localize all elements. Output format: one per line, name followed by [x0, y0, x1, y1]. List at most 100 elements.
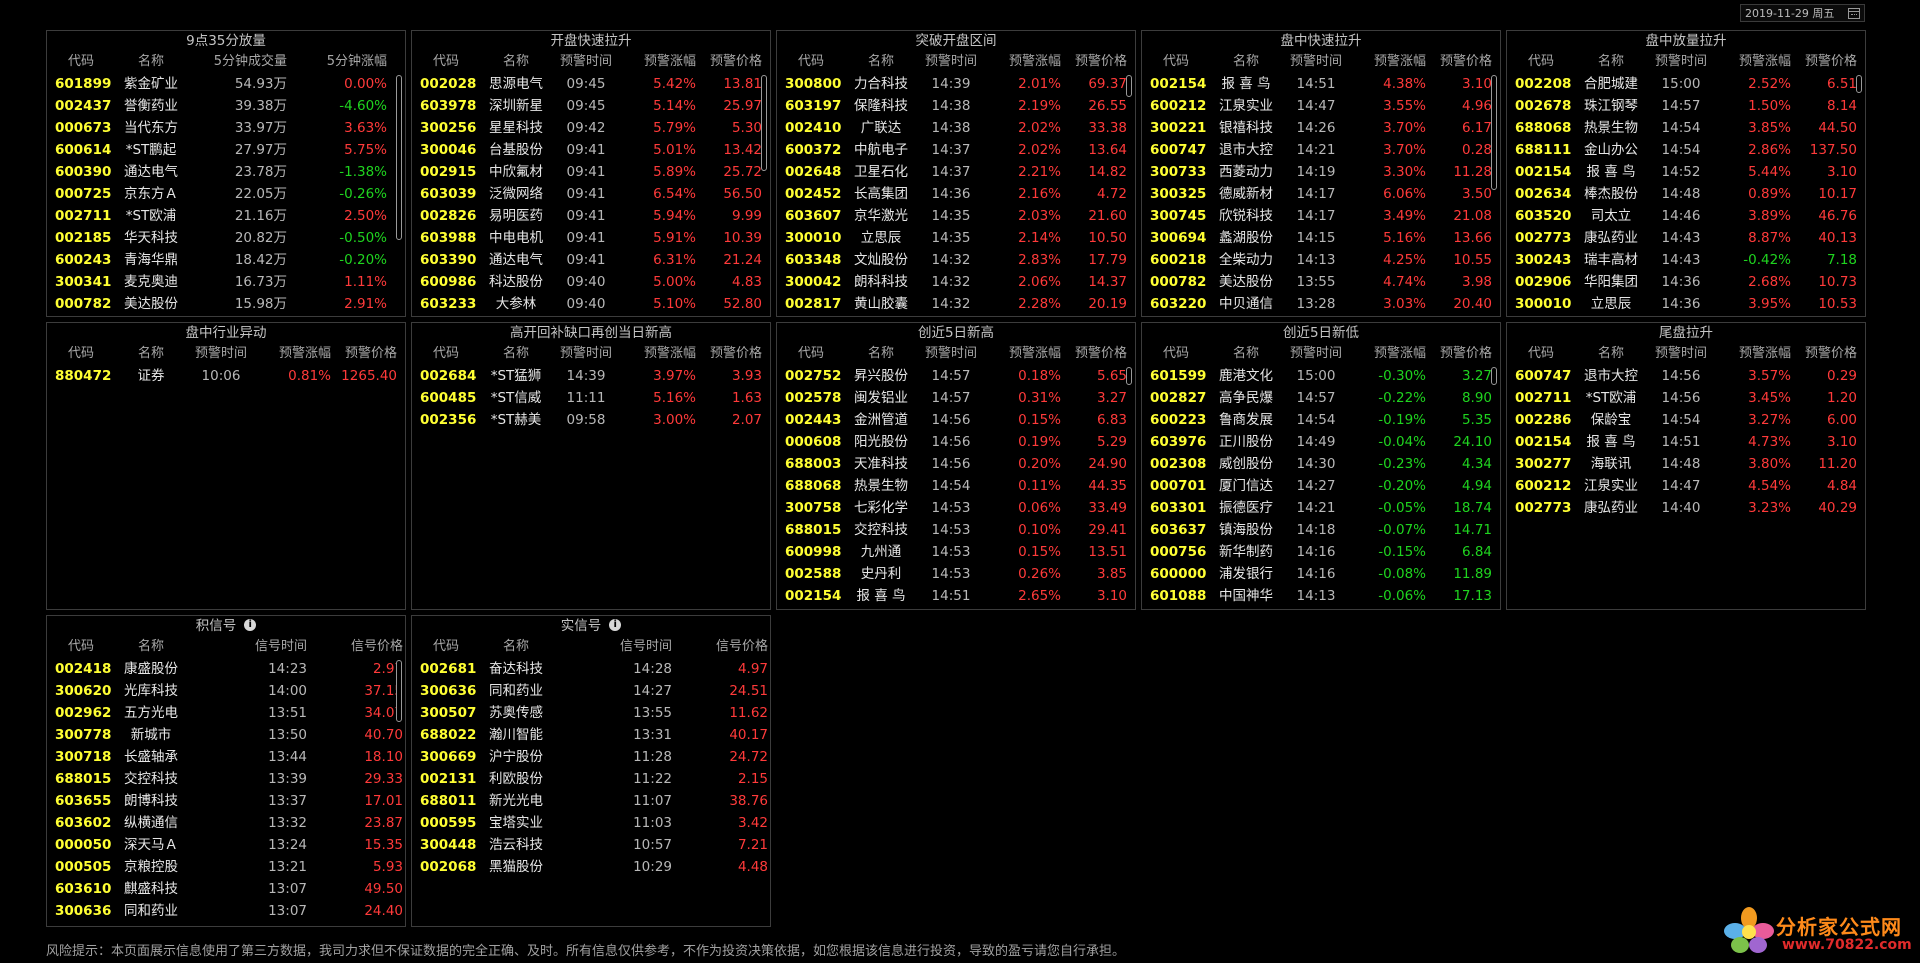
table-row[interactable]: 300046 台基股份 09:41 5.01% 13.42	[412, 139, 770, 161]
header-alert-time[interactable]: 预警时间	[1282, 343, 1350, 365]
table-row[interactable]: 002826 易明医药 09:41 5.94% 9.99	[412, 205, 770, 227]
header-name[interactable]: 名称	[1210, 51, 1282, 73]
date-picker[interactable]: 2019-11-29 周五	[1740, 4, 1865, 22]
table-row[interactable]: 688022 瀚川智能 13:31 40.17	[412, 724, 770, 746]
header-change[interactable]: 5分钟涨幅	[287, 51, 387, 73]
header-alert-change[interactable]: 预警涨幅	[1350, 343, 1426, 365]
table-row[interactable]: 600223 鲁商发展 14:54 -0.19% 5.35	[1142, 409, 1500, 431]
header-code[interactable]: 代码	[1507, 51, 1575, 73]
table-row[interactable]: 600747 退市大控 14:56 3.57% 0.29	[1507, 365, 1865, 387]
header-code[interactable]: 代码	[1142, 343, 1210, 365]
table-row[interactable]: 002308 威创股份 14:30 -0.23% 4.34	[1142, 453, 1500, 475]
table-row[interactable]: 688068 热景生物 14:54 3.85% 44.50	[1507, 117, 1865, 139]
table-row[interactable]: 603220 中贝通信 13:28 3.03% 20.40	[1142, 293, 1500, 315]
table-row[interactable]: 600390 通达电气 23.78万 -1.38%	[47, 161, 405, 183]
header-code[interactable]: 代码	[1507, 343, 1575, 365]
header-code[interactable]: 代码	[412, 636, 480, 658]
table-row[interactable]: 603390 通达电气 09:41 6.31% 21.24	[412, 249, 770, 271]
table-row[interactable]: 603520 司太立 14:46 3.89% 46.76	[1507, 205, 1865, 227]
header-alert-time[interactable]: 预警时间	[187, 343, 255, 365]
header-alert-change[interactable]: 预警涨幅	[985, 343, 1061, 365]
table-row[interactable]: 600372 中航电子 14:37 2.02% 13.64	[777, 139, 1135, 161]
header-alert-change[interactable]: 预警涨幅	[620, 51, 696, 73]
table-row[interactable]: 000608 阳光股份 14:56 0.19% 5.29	[777, 431, 1135, 453]
header-signal-price[interactable]: 信号价格	[672, 636, 768, 658]
table-row[interactable]: 002915 中欣氟材 09:41 5.89% 25.72	[412, 161, 770, 183]
table-row[interactable]: 002418 康盛股份 14:23 2.97	[47, 658, 405, 680]
table-row[interactable]: 002410 广联达 14:38 2.02% 33.38	[777, 117, 1135, 139]
table-row[interactable]: 002154 报 喜 鸟 14:52 5.44% 3.10	[1507, 161, 1865, 183]
scrollbar[interactable]	[1126, 367, 1132, 385]
table-row[interactable]: 603301 振德医疗 14:21 -0.05% 18.74	[1142, 497, 1500, 519]
header-name[interactable]: 名称	[115, 51, 187, 73]
table-row[interactable]: 002817 黄山胶囊 14:32 2.28% 20.19	[777, 293, 1135, 315]
table-row[interactable]: 688015 交控科技 14:53 0.10% 29.41	[777, 519, 1135, 541]
table-row[interactable]: 600000 浦发银行 14:16 -0.08% 11.89	[1142, 563, 1500, 585]
table-row[interactable]: 002588 史丹利 14:53 0.26% 3.85	[777, 563, 1135, 585]
header-alert-time[interactable]: 预警时间	[1647, 51, 1715, 73]
table-row[interactable]: 002752 昇兴股份 14:57 0.18% 5.65	[777, 365, 1135, 387]
table-row[interactable]: 002208 合肥城建 15:00 2.52% 6.51	[1507, 73, 1865, 95]
table-row[interactable]: 600243 青海华鼎 18.42万 -0.20%	[47, 249, 405, 271]
table-row[interactable]: 300042 朗科科技 14:32 2.06% 14.37	[777, 271, 1135, 293]
table-row[interactable]: 002437 誉衡药业 39.38万 -4.60%	[47, 95, 405, 117]
table-row[interactable]: 300733 西菱动力 14:19 3.30% 11.28	[1142, 161, 1500, 183]
calendar-icon[interactable]	[1848, 8, 1860, 19]
header-code[interactable]: 代码	[47, 343, 115, 365]
table-row[interactable]: 300694 蠡湖股份 14:15 5.16% 13.66	[1142, 227, 1500, 249]
table-row[interactable]: 300745 欣锐科技 14:17 3.49% 21.08	[1142, 205, 1500, 227]
table-row[interactable]: 000725 京东方Ａ 22.05万 -0.26%	[47, 183, 405, 205]
table-row[interactable]: 300325 德威新材 14:17 6.06% 3.50	[1142, 183, 1500, 205]
table-row[interactable]: 000782 美达股份 15.98万 2.91%	[47, 293, 405, 315]
header-name[interactable]: 名称	[115, 636, 187, 658]
header-alert-time[interactable]: 预警时间	[552, 51, 620, 73]
table-row[interactable]: 601899 紫金矿业 54.93万 0.00%	[47, 73, 405, 95]
table-row[interactable]: 601088 中国神华 14:13 -0.06% 17.13	[1142, 585, 1500, 607]
table-row[interactable]: 002711 *ST欧浦 14:56 3.45% 1.20	[1507, 387, 1865, 409]
table-row[interactable]: 688015 交控科技 13:39 29.33	[47, 768, 405, 790]
header-alert-time[interactable]: 预警时间	[917, 343, 985, 365]
table-row[interactable]: 002773 康弘药业 14:40 3.23% 40.29	[1507, 497, 1865, 519]
header-name[interactable]: 名称	[1210, 343, 1282, 365]
table-row[interactable]: 002773 康弘药业 14:43 8.87% 40.13	[1507, 227, 1865, 249]
table-row[interactable]: 000673 当代东方 33.97万 3.63%	[47, 117, 405, 139]
header-name[interactable]: 名称	[845, 343, 917, 365]
table-row[interactable]: 600218 全柴动力 14:13 4.25% 10.55	[1142, 249, 1500, 271]
table-row[interactable]: 603988 中电电机 09:41 5.91% 10.39	[412, 227, 770, 249]
header-alert-price[interactable]: 预警价格	[696, 51, 764, 73]
header-alert-price[interactable]: 预警价格	[1426, 51, 1494, 73]
table-row[interactable]: 300221 银禧科技 14:26 3.70% 6.17	[1142, 117, 1500, 139]
table-row[interactable]: 603978 深圳新星 09:45 5.14% 25.97	[412, 95, 770, 117]
header-code[interactable]: 代码	[777, 343, 845, 365]
header-name[interactable]: 名称	[1575, 343, 1647, 365]
table-row[interactable]: 603197 保隆科技 14:38 2.19% 26.55	[777, 95, 1135, 117]
table-row[interactable]: 002678 珠江钢琴 14:57 1.50% 8.14	[1507, 95, 1865, 117]
scrollbar[interactable]	[1856, 75, 1862, 93]
table-row[interactable]: 688068 热景生物 14:54 0.11% 44.35	[777, 475, 1135, 497]
table-row[interactable]: 300800 力合科技 14:39 2.01% 69.37	[777, 73, 1135, 95]
table-row[interactable]: 603348 文灿股份 14:32 2.83% 17.79	[777, 249, 1135, 271]
header-code[interactable]: 代码	[47, 51, 115, 73]
table-row[interactable]: 002684 *ST猛狮 14:39 3.97% 3.93	[412, 365, 770, 387]
header-alert-time[interactable]: 预警时间	[1647, 343, 1715, 365]
table-row[interactable]: 002131 利欧股份 11:22 2.15	[412, 768, 770, 790]
info-icon[interactable]: i	[609, 619, 622, 631]
table-row[interactable]: 300341 麦克奥迪 16.73万 1.11%	[47, 271, 405, 293]
header-code[interactable]: 代码	[1142, 51, 1210, 73]
table-row[interactable]: 300636 同和药业 14:27 24.51	[412, 680, 770, 702]
header-name[interactable]: 名称	[115, 343, 187, 365]
table-row[interactable]: 000782 美达股份 13:55 4.74% 3.98	[1142, 271, 1500, 293]
table-row[interactable]: 000595 宝塔实业 11:03 3.42	[412, 812, 770, 834]
table-row[interactable]: 601599 鹿港文化 15:00 -0.30% 3.27	[1142, 365, 1500, 387]
table-row[interactable]: 603602 纵横通信 13:32 23.87	[47, 812, 405, 834]
table-row[interactable]: 002681 奋达科技 14:28 4.97	[412, 658, 770, 680]
header-code[interactable]: 代码	[777, 51, 845, 73]
table-row[interactable]: 002068 黑猫股份 10:29 4.48	[412, 856, 770, 878]
table-row[interactable]: 603610 麒盛科技 13:07 49.50	[47, 878, 405, 900]
header-alert-price[interactable]: 预警价格	[1791, 51, 1859, 73]
table-row[interactable]: 688003 天准科技 14:56 0.20% 24.90	[777, 453, 1135, 475]
header-alert-time[interactable]: 预警时间	[917, 51, 985, 73]
scrollbar[interactable]	[761, 75, 767, 171]
header-alert-price[interactable]: 预警价格	[1791, 343, 1859, 365]
header-name[interactable]: 名称	[480, 343, 552, 365]
